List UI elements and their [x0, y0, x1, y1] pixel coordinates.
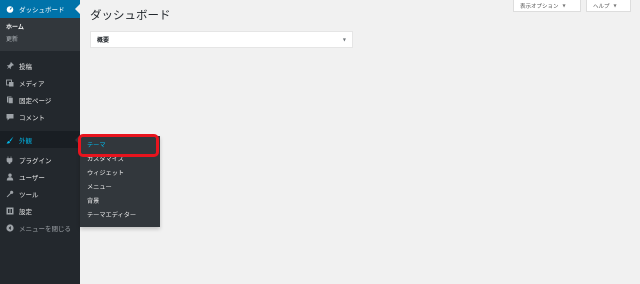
menu-pages-label: 固定ページ	[19, 96, 52, 105]
menu-users[interactable]: ユーザー	[0, 168, 80, 185]
pin-icon	[5, 61, 14, 70]
menu-media-label: メディア	[19, 79, 45, 88]
menu-posts[interactable]: 投稿	[0, 57, 80, 74]
admin-sidebar: ダッシュボード ホーム 更新 投稿 メディア 固定ページ コメント 外観 プラグ…	[0, 0, 80, 284]
submenu-home[interactable]: ホーム	[0, 22, 80, 34]
brush-icon	[5, 135, 14, 144]
menu-settings-label: 設定	[19, 207, 32, 216]
screen-options-button[interactable]: 表示オプション ▼	[513, 0, 581, 12]
page-title: ダッシュボード	[90, 8, 171, 22]
menu-tools[interactable]: ツール	[0, 185, 80, 202]
panel-title: 概要	[97, 37, 110, 44]
flyout-background[interactable]: 背景	[80, 195, 160, 209]
menu-appearance-label: 外観	[19, 136, 32, 145]
plugin-icon	[5, 155, 14, 164]
flyout-theme-editor[interactable]: テーマエディター	[80, 209, 160, 223]
menu-dashboard[interactable]: ダッシュボード	[0, 0, 80, 18]
highlight-box	[78, 134, 159, 157]
page-icon	[5, 95, 14, 104]
caret-down-icon: ▼	[613, 3, 617, 8]
dashboard-submenu: ホーム 更新	[0, 18, 80, 51]
comment-icon	[5, 112, 14, 121]
help-label: ヘルプ	[593, 3, 610, 10]
submenu-updates[interactable]: 更新	[0, 34, 80, 46]
menu-tools-label: ツール	[19, 190, 39, 199]
menu-media[interactable]: メディア	[0, 74, 80, 91]
menu-plugins-label: プラグイン	[19, 156, 52, 165]
wrench-icon	[5, 189, 14, 198]
menu-pages[interactable]: 固定ページ	[0, 91, 80, 108]
menu-comments-label: コメント	[19, 113, 45, 122]
menu-plugins[interactable]: プラグイン	[0, 151, 80, 168]
screen-options-label: 表示オプション	[520, 3, 559, 10]
settings-icon	[5, 206, 14, 215]
flyout-widgets[interactable]: ウィジェット	[80, 167, 160, 181]
help-button[interactable]: ヘルプ ▼	[586, 0, 631, 12]
flyout-menus[interactable]: メニュー	[80, 181, 160, 195]
collapse-menu-label: メニューを閉じる	[19, 224, 71, 233]
collapse-menu-button[interactable]: メニューを閉じる	[0, 219, 80, 236]
at-a-glance-panel: 概要 ▼	[90, 31, 353, 48]
panel-toggle-icon[interactable]: ▼	[343, 37, 346, 42]
menu-dashboard-label: ダッシュボード	[19, 6, 65, 14]
media-icon	[5, 78, 14, 87]
menu-appearance[interactable]: 外観	[0, 131, 80, 148]
collapse-icon	[5, 223, 14, 232]
dashboard-icon	[5, 5, 14, 14]
user-icon	[5, 172, 14, 181]
menu-comments[interactable]: コメント	[0, 108, 80, 125]
caret-down-icon: ▼	[562, 3, 566, 8]
menu-settings[interactable]: 設定	[0, 202, 80, 219]
menu-users-label: ユーザー	[19, 173, 45, 182]
menu-posts-label: 投稿	[19, 62, 32, 71]
